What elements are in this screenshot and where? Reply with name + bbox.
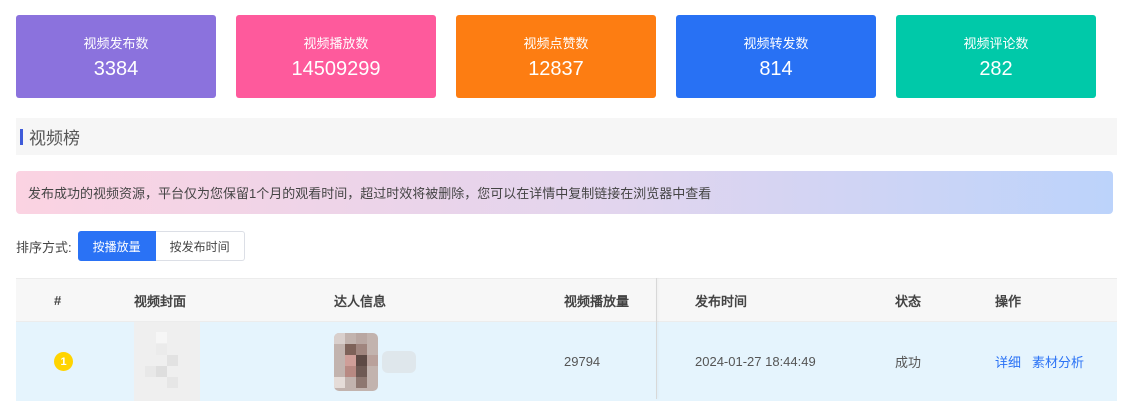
fixed-column-divider <box>656 278 657 399</box>
header-actions: 操作 <box>995 293 1022 309</box>
stat-card-video-count: 视频发布数 3384 <box>16 15 216 98</box>
table-row[interactable]: 1 29794 2024-01-27 18:44:49 成功 详细 素材分析 <box>16 322 1117 401</box>
stat-value: 814 <box>759 57 793 80</box>
header-publish-time: 发布时间 <box>695 293 748 309</box>
sort-control: 排序方式: 按播放量 按发布时间 <box>16 231 245 261</box>
cover-cell <box>134 322 200 401</box>
stat-value: 3384 <box>93 57 139 80</box>
stat-card-comment-count: 视频评论数 282 <box>896 15 1096 98</box>
stats-bar: 视频发布数 3384 视频播放数 14509299 视频点赞数 12837 视频… <box>16 15 1096 98</box>
stat-label: 视频转发数 <box>743 35 809 51</box>
creator-avatar[interactable] <box>334 332 378 391</box>
section-header: 视频榜 <box>16 118 1117 155</box>
header-cover: 视频封面 <box>134 293 187 309</box>
detail-link[interactable]: 详细 <box>995 352 1021 371</box>
header-rank: # <box>54 292 62 308</box>
stat-card-like-count: 视频点赞数 12837 <box>456 15 656 98</box>
stat-label: 视频评论数 <box>963 35 1029 51</box>
stat-label: 视频发布数 <box>83 35 149 51</box>
stat-value: 12837 <box>528 57 584 80</box>
actions-cell: 详细 素材分析 <box>995 322 1095 401</box>
header-plays: 视频播放量 <box>564 293 630 309</box>
sort-label: 排序方式: <box>16 239 72 255</box>
video-cover-thumbnail[interactable] <box>134 322 200 401</box>
table-header: # 视频封面 达人信息 视频播放量 发布时间 状态 操作 <box>16 278 1117 322</box>
notice-banner: 发布成功的视频资源，平台仅为您保留1个月的观看时间，超过时效将被删除，您可以在详… <box>16 171 1113 214</box>
stat-card-share-count: 视频转发数 814 <box>676 15 876 98</box>
video-ranking-table: # 视频封面 达人信息 视频播放量 发布时间 状态 操作 1 29794 202… <box>16 278 1117 401</box>
rank-cell: 1 <box>54 322 73 401</box>
plays-cell: 29794 <box>564 354 601 369</box>
stat-value: 282 <box>979 57 1013 80</box>
section-accent-bar <box>20 128 23 145</box>
stat-label: 视频点赞数 <box>523 35 589 51</box>
publish-time-cell: 2024-01-27 18:44:49 <box>695 354 816 369</box>
status-cell: 成功 <box>895 355 922 370</box>
header-status: 状态 <box>895 293 922 309</box>
header-creator: 达人信息 <box>334 293 387 309</box>
rank-badge: 1 <box>54 352 73 371</box>
creator-name-redacted <box>382 350 416 373</box>
section-title: 视频榜 <box>29 129 80 148</box>
material-analysis-link[interactable]: 素材分析 <box>1032 352 1084 371</box>
stat-label: 视频播放数 <box>303 35 369 51</box>
creator-cell <box>334 322 416 401</box>
sort-by-plays-button[interactable]: 按播放量 <box>77 231 156 261</box>
stat-value: 14509299 <box>291 57 381 80</box>
stat-card-play-count: 视频播放数 14509299 <box>236 15 436 98</box>
sort-by-publish-time-button[interactable]: 按发布时间 <box>155 231 245 261</box>
